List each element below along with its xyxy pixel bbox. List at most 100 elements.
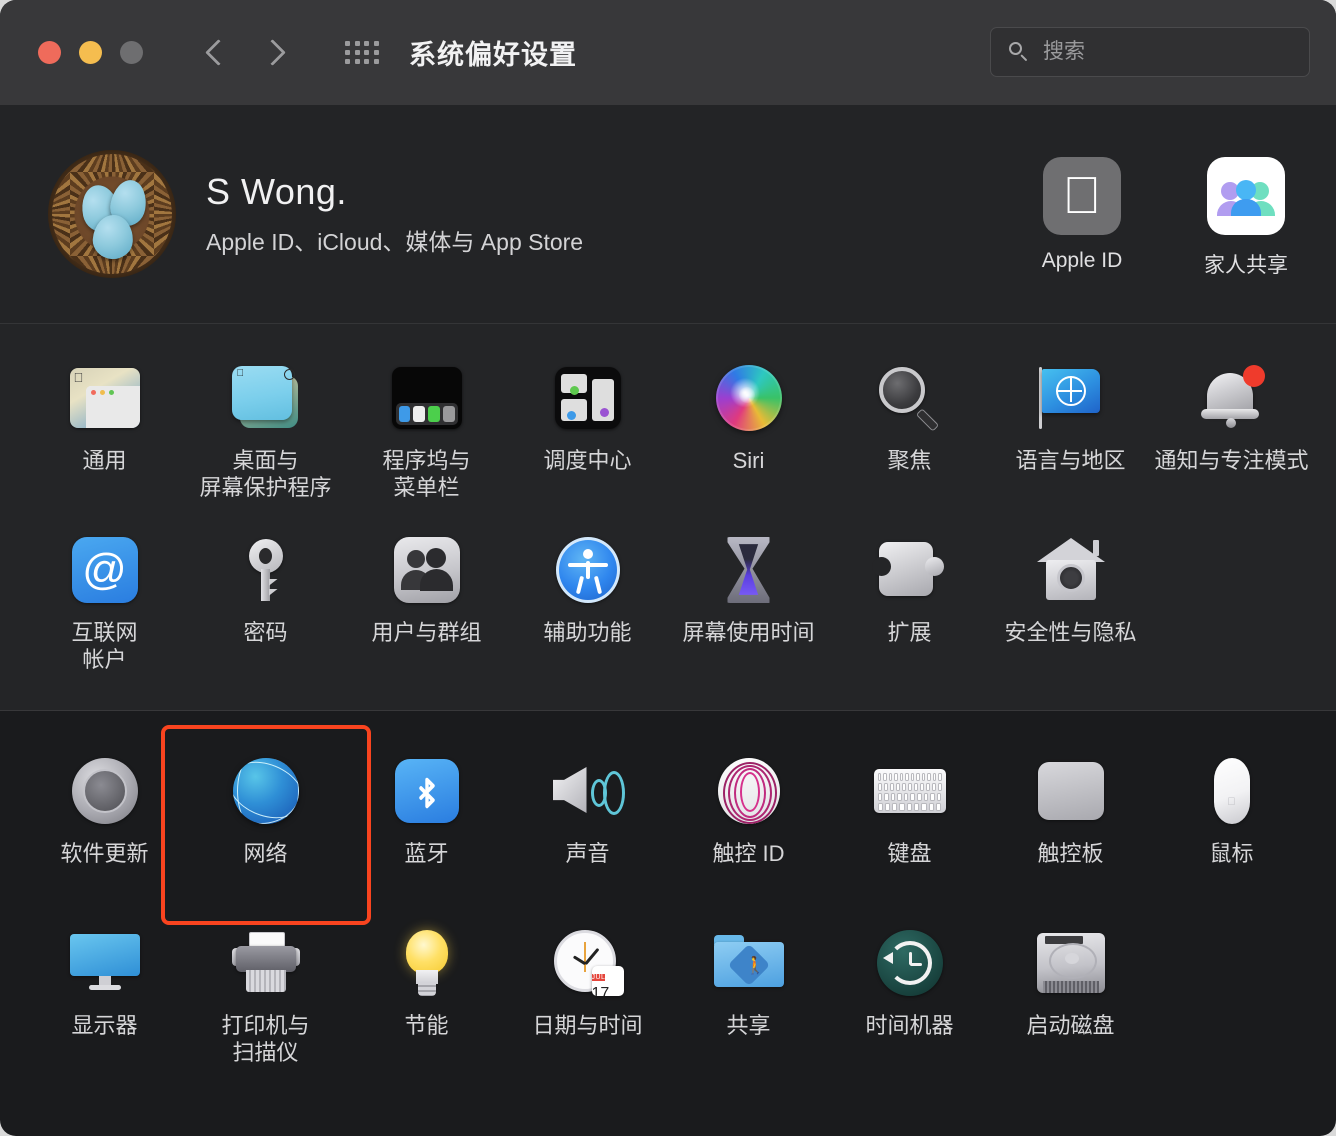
network-globe-icon [228,753,304,829]
pref-item-trackpad[interactable]: 触控板 [990,739,1151,911]
pref-item-desktop-screensaver[interactable]:  桌面与 屏幕保护程序 [185,346,346,518]
pref-item-empty [1151,911,1312,1083]
pref-item-label: 扩展 [887,620,931,647]
displays-icon [67,925,143,1001]
apple-id-account-row[interactable]: S Wong. Apple ID、iCloud、媒体与 App Store  … [0,105,1336,324]
pref-item-sharing[interactable]: 🚶 共享 [668,911,829,1083]
pref-item-security-privacy[interactable]: 安全性与隐私 [990,518,1151,690]
software-update-icon [67,753,143,829]
pref-item-mouse[interactable]:  鼠标 [1151,739,1312,911]
back-chevron-icon[interactable] [201,40,227,66]
pref-item-label: 打印机与 扫描仪 [221,1013,309,1067]
zoom-window-button[interactable] [120,41,143,64]
account-text: S Wong. Apple ID、iCloud、媒体与 App Store [206,171,583,257]
show-all-grid-icon[interactable] [345,41,379,64]
desktop-screensaver-icon:  [228,360,304,436]
avatar[interactable] [48,150,176,278]
close-window-button[interactable] [38,41,61,64]
pref-item-empty [1151,518,1312,690]
accessibility-icon [550,532,626,608]
time-machine-icon [872,925,948,1001]
pref-item-startup-disk[interactable]: 启动磁盘 [990,911,1151,1083]
pref-item-label: 日期与时间 [532,1013,642,1040]
pref-item-passwords[interactable]: 密码 [185,518,346,690]
pref-item-siri[interactable]: Siri [668,346,829,518]
shortcut-apple-id[interactable]:  Apple ID [1026,157,1138,279]
trackpad-icon [1033,753,1109,829]
spotlight-icon [872,360,948,436]
pref-item-time-machine[interactable]: 时间机器 [829,911,990,1083]
pref-item-date-time[interactable]: JUL 17 日期与时间 [507,911,668,1083]
pref-item-touch-id[interactable]: 触控 ID [668,739,829,911]
minimize-window-button[interactable] [79,41,102,64]
pref-item-label: 密码 [243,620,287,647]
window-titlebar: 系统偏好设置 [0,0,1336,105]
pref-item-label: 辅助功能 [543,620,631,647]
pref-item-label: 蓝牙 [404,841,448,868]
pref-item-label: 触控 ID [712,841,784,868]
pref-item-general[interactable]:  通用 [24,346,185,518]
pref-item-label: 触控板 [1037,841,1103,868]
pref-item-label: 安全性与隐私 [1004,620,1136,647]
pref-item-printers-scanners[interactable]: 打印机与 扫描仪 [185,911,346,1083]
touch-id-icon [711,753,787,829]
pref-item-keyboard[interactable]: 键盘 [829,739,990,911]
keyboard-icon [872,753,948,829]
pref-item-energy-saver[interactable]: 节能 [346,911,507,1083]
mission-control-icon [550,360,626,436]
preferences-panel-secondary: 软件更新 网络 蓝牙 [0,711,1336,1107]
siri-icon [711,360,787,436]
account-subtitle: Apple ID、iCloud、媒体与 App Store [206,223,583,257]
energy-saver-icon [389,925,465,1001]
shortcut-label: 家人共享 [1190,249,1302,279]
pref-item-software-update[interactable]: 软件更新 [24,739,185,911]
page-title: 系统偏好设置 [409,33,577,72]
pref-item-mission-control[interactable]: 调度中心 [507,346,668,518]
pref-item-label: 启动磁盘 [1026,1013,1114,1040]
users-groups-icon [389,532,465,608]
pref-item-network[interactable]: 网络 [185,739,346,911]
preferences-row: 软件更新 网络 蓝牙 [0,739,1336,911]
shortcut-family-sharing[interactable]: 家人共享 [1190,157,1302,279]
pref-item-label: 鼠标 [1209,841,1253,868]
pref-item-users-groups[interactable]: 用户与群组 [346,518,507,690]
pref-item-label: 聚焦 [887,448,931,475]
sound-icon [550,753,626,829]
pref-item-label: Siri [733,448,765,475]
pref-item-bluetooth[interactable]: 蓝牙 [346,739,507,911]
pref-item-label: 用户与群组 [371,620,481,647]
startup-disk-icon [1033,925,1109,1001]
search-input[interactable] [1041,39,1316,65]
pref-item-spotlight[interactable]: 聚焦 [829,346,990,518]
pref-item-label: 语言与地区 [1015,448,1125,475]
pref-item-accessibility[interactable]: 辅助功能 [507,518,668,690]
bluetooth-icon [389,753,465,829]
pref-item-notifications-focus[interactable]: 通知与专注模式 [1151,346,1312,518]
mouse-icon:  [1194,753,1270,829]
pref-item-label: 键盘 [887,841,931,868]
pref-item-extensions[interactable]: 扩展 [829,518,990,690]
account-shortcuts:  Apple ID 家人共享 [1026,157,1302,279]
system-preferences-window: 系统偏好设置 S Wong. Apple ID、iCloud、媒体与 App S… [0,0,1336,1136]
calendar-month: JUL [592,974,606,981]
pref-item-displays[interactable]: 显示器 [24,911,185,1083]
pref-item-dock-menubar[interactable]: 程序坞与 菜单栏 [346,346,507,518]
pref-item-internet-accounts[interactable]: @ 互联网 帐户 [24,518,185,690]
forward-chevron-icon[interactable] [261,40,287,66]
date-time-icon: JUL 17 [550,925,626,1001]
pref-item-screen-time[interactable]: 屏幕使用时间 [668,518,829,690]
internet-accounts-icon: @ [67,532,143,608]
pref-item-language-region[interactable]: 语言与地区 [990,346,1151,518]
family-sharing-icon [1207,157,1285,235]
notifications-focus-icon [1194,360,1270,436]
pref-item-label: 时间机器 [865,1013,953,1040]
dock-menubar-icon [389,360,465,436]
search-field[interactable] [990,27,1310,77]
pref-item-label: 声音 [565,841,609,868]
screen-time-icon [711,532,787,608]
traffic-light-buttons [38,41,143,64]
pref-item-sound[interactable]: 声音 [507,739,668,911]
pref-item-label: 程序坞与 菜单栏 [382,448,470,502]
preferences-row:  通用  桌面与 屏幕保护程序 程序坞与 菜单栏 [0,346,1336,518]
pref-item-label: 软件更新 [60,841,148,868]
